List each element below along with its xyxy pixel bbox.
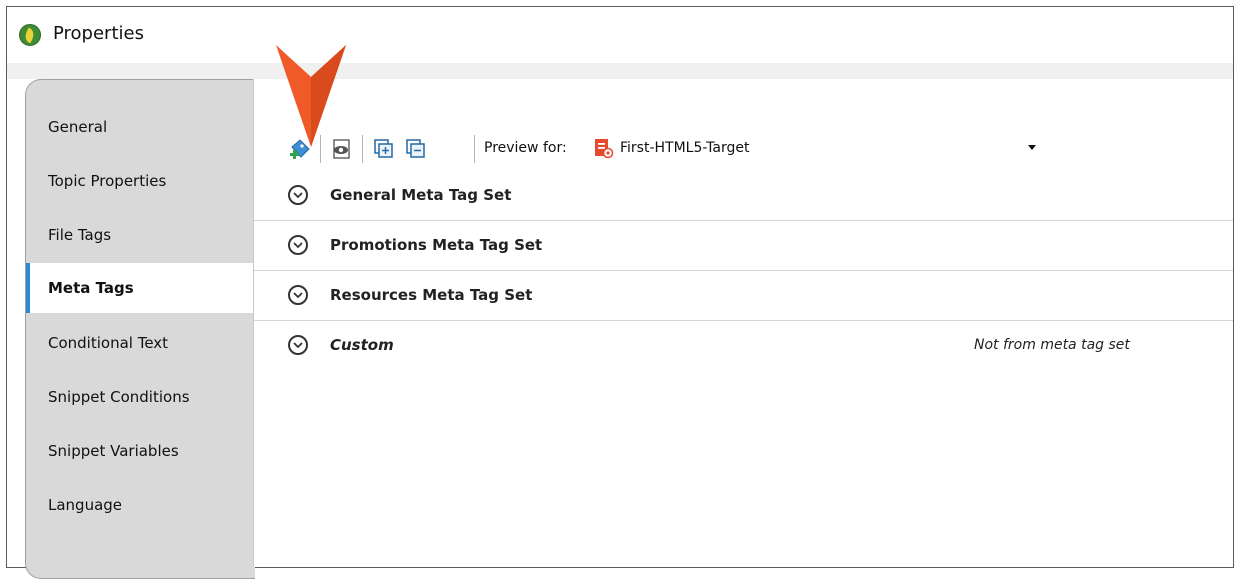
list-item: General Meta Tag Set [254,171,1233,221]
meta-tag-set-label: Custom [330,336,394,354]
title-separator [7,63,1233,79]
collapse-all-icon [406,139,425,158]
sidebar-item-language[interactable]: Language [26,480,254,530]
chevron-down-icon[interactable] [288,285,308,305]
title-bar: Properties [7,7,1233,63]
app-logo-icon [19,24,41,46]
sidebar: General Topic Properties File Tags Meta … [25,79,258,579]
chevron-down-icon[interactable] [288,185,308,205]
chevron-down-icon[interactable] [288,335,308,355]
window-title: Properties [53,23,144,44]
meta-tag-set-label: Promotions Meta Tag Set [330,236,543,254]
sidebar-item-general[interactable]: General [26,102,254,152]
list-item: Custom Not from meta tag set [254,321,1233,371]
chevron-down-icon[interactable] [288,235,308,255]
expand-all-icon [374,139,393,158]
dropdown-arrow-icon[interactable] [1028,145,1036,150]
toolbar-separator [362,135,363,163]
callout-pointer-icon [276,45,346,147]
list-item: Promotions Meta Tag Set [254,221,1233,271]
sidebar-item-snippet-variables[interactable]: Snippet Variables [26,426,254,476]
collapse-all-button[interactable] [402,135,430,163]
meta-tag-set-label: Resources Meta Tag Set [330,286,533,304]
meta-tag-set-label: General Meta Tag Set [330,186,512,204]
expand-all-button[interactable] [370,135,398,163]
toolbar: Preview for: First-HTML5-Target [254,125,1233,171]
preview-for-label: Preview for: [484,140,567,156]
preview-target-select[interactable]: First-HTML5-Target [620,140,749,156]
meta-tags-panel: Preview for: First-HTML5-Target General … [253,79,1233,567]
sidebar-item-meta-tags[interactable]: Meta Tags [26,263,258,313]
meta-tag-set-list: General Meta Tag Set Promotions Meta Tag… [254,171,1233,371]
sidebar-item-file-tags[interactable]: File Tags [26,210,254,260]
toolbar-separator [474,135,475,163]
sidebar-item-snippet-conditions[interactable]: Snippet Conditions [26,372,254,422]
properties-window: Properties General Topic Properties File… [6,6,1234,579]
sidebar-item-topic-properties[interactable]: Topic Properties [26,156,254,206]
meta-tag-set-note: Not from meta tag set [974,337,1130,353]
sidebar-item-conditional-text[interactable]: Conditional Text [26,318,254,368]
list-item: Resources Meta Tag Set [254,271,1233,321]
html5-target-icon [595,139,614,159]
